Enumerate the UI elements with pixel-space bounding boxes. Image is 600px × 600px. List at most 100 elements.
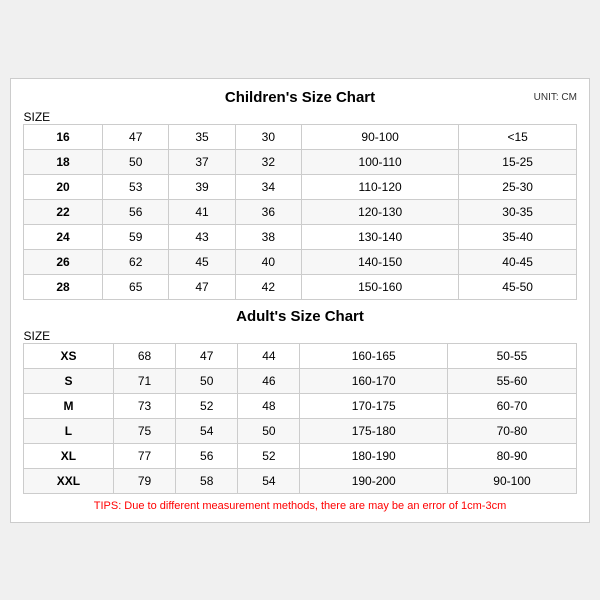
children-table: SIZE 1647353090-100<1518503732100-11015-…	[23, 110, 577, 300]
table-cell: XS	[24, 343, 114, 368]
table-cell: 50	[238, 418, 300, 443]
table-cell: 47	[176, 343, 238, 368]
children-title-row: Children's Size Chart UNIT: CM	[23, 89, 577, 106]
table-row: 18503732100-11015-25	[24, 149, 577, 174]
table-cell: 175-180	[300, 418, 448, 443]
table-cell: 45-50	[459, 274, 577, 299]
table-cell: 32	[235, 149, 301, 174]
table-cell: 90-100	[301, 124, 458, 149]
table-cell: 77	[113, 443, 175, 468]
table-cell: 150-160	[301, 274, 458, 299]
table-cell: 73	[113, 393, 175, 418]
table-cell: XXL	[24, 468, 114, 493]
table-cell: 100-110	[301, 149, 458, 174]
table-cell: 36	[235, 199, 301, 224]
table-cell: 52	[238, 443, 300, 468]
table-cell: 54	[238, 468, 300, 493]
table-cell: 53	[103, 174, 169, 199]
tips-text: TIPS: Due to different measurement metho…	[23, 500, 577, 512]
table-cell: 52	[176, 393, 238, 418]
table-cell: 34	[235, 174, 301, 199]
table-row: XXL795854190-20090-100	[24, 468, 577, 493]
table-cell: 58	[176, 468, 238, 493]
table-cell: <15	[459, 124, 577, 149]
table-cell: 40	[235, 249, 301, 274]
table-row: 20533934110-12025-30	[24, 174, 577, 199]
table-row: XS684744160-16550-55	[24, 343, 577, 368]
table-cell: 26	[24, 249, 103, 274]
table-cell: 44	[238, 343, 300, 368]
table-cell: 56	[103, 199, 169, 224]
table-cell: 20	[24, 174, 103, 199]
table-row: 1647353090-100<15	[24, 124, 577, 149]
table-cell: M	[24, 393, 114, 418]
table-cell: 47	[103, 124, 169, 149]
table-cell: 25-30	[459, 174, 577, 199]
table-row: 24594338130-14035-40	[24, 224, 577, 249]
table-row: 28654742150-16045-50	[24, 274, 577, 299]
table-cell: 80-90	[447, 443, 576, 468]
chart-container: Children's Size Chart UNIT: CM SIZE 1647…	[10, 78, 590, 523]
table-cell: 15-25	[459, 149, 577, 174]
table-cell: 39	[169, 174, 235, 199]
adults-title: Adult's Size Chart	[236, 308, 364, 325]
table-row: S715046160-17055-60	[24, 368, 577, 393]
table-cell: 160-170	[300, 368, 448, 393]
table-cell: 90-100	[447, 468, 576, 493]
table-cell: 71	[113, 368, 175, 393]
table-cell: 68	[113, 343, 175, 368]
unit-label: UNIT: CM	[534, 92, 577, 103]
table-cell: L	[24, 418, 114, 443]
table-cell: 50	[176, 368, 238, 393]
table-cell: 35	[169, 124, 235, 149]
table-cell: 160-165	[300, 343, 448, 368]
table-row: XL775652180-19080-90	[24, 443, 577, 468]
table-row: M735248170-17560-70	[24, 393, 577, 418]
table-cell: 48	[238, 393, 300, 418]
table-cell: S	[24, 368, 114, 393]
table-cell: 35-40	[459, 224, 577, 249]
table-cell: 28	[24, 274, 103, 299]
table-cell: 110-120	[301, 174, 458, 199]
table-cell: 50	[103, 149, 169, 174]
table-cell: 46	[238, 368, 300, 393]
table-cell: 75	[113, 418, 175, 443]
children-header-row: SIZE	[24, 110, 577, 125]
table-cell: 41	[169, 199, 235, 224]
table-cell: 50-55	[447, 343, 576, 368]
children-title: Children's Size Chart	[225, 89, 375, 106]
table-cell: 56	[176, 443, 238, 468]
table-cell: 65	[103, 274, 169, 299]
table-cell: 24	[24, 224, 103, 249]
table-cell: 120-130	[301, 199, 458, 224]
table-cell: 70-80	[447, 418, 576, 443]
adults-table: SIZE XS684744160-16550-55S715046160-1705…	[23, 329, 577, 494]
table-cell: 180-190	[300, 443, 448, 468]
table-cell: 140-150	[301, 249, 458, 274]
table-row: 22564136120-13030-35	[24, 199, 577, 224]
table-cell: 22	[24, 199, 103, 224]
table-cell: 30	[235, 124, 301, 149]
table-cell: 18	[24, 149, 103, 174]
table-cell: 55-60	[447, 368, 576, 393]
table-cell: 190-200	[300, 468, 448, 493]
table-cell: 60-70	[447, 393, 576, 418]
table-cell: 79	[113, 468, 175, 493]
table-cell: 62	[103, 249, 169, 274]
table-cell: 37	[169, 149, 235, 174]
table-cell: 170-175	[300, 393, 448, 418]
table-cell: 43	[169, 224, 235, 249]
table-cell: 42	[235, 274, 301, 299]
table-cell: 40-45	[459, 249, 577, 274]
table-row: L755450175-18070-80	[24, 418, 577, 443]
table-cell: 59	[103, 224, 169, 249]
table-cell: 30-35	[459, 199, 577, 224]
table-cell: 38	[235, 224, 301, 249]
table-cell: 54	[176, 418, 238, 443]
table-row: 26624540140-15040-45	[24, 249, 577, 274]
table-cell: XL	[24, 443, 114, 468]
table-cell: 45	[169, 249, 235, 274]
table-cell: 130-140	[301, 224, 458, 249]
table-cell: 47	[169, 274, 235, 299]
table-cell: 16	[24, 124, 103, 149]
